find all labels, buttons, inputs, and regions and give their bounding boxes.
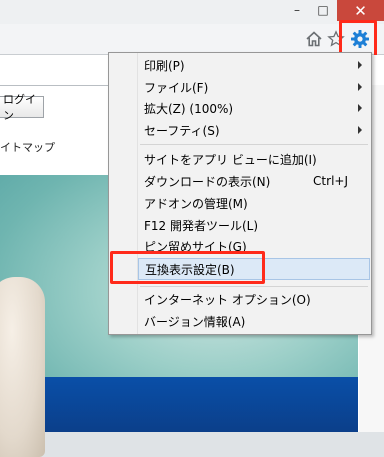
submenu-arrow-icon bbox=[358, 126, 362, 134]
home-icon[interactable] bbox=[303, 28, 325, 50]
hero-band bbox=[0, 377, 358, 432]
tools-menu: 印刷(P) ファイル(F) 拡大(Z) (100%) セーフティ(S) サイトを… bbox=[108, 52, 372, 335]
menu-item-label: 拡大(Z) (100%) bbox=[144, 101, 234, 116]
menu-item-file[interactable]: ファイル(F) bbox=[138, 76, 370, 98]
menu-item-about[interactable]: バージョン情報(A) bbox=[138, 310, 370, 332]
menu-item-print[interactable]: 印刷(P) bbox=[138, 54, 370, 76]
menu-item-label: バージョン情報(A) bbox=[144, 314, 246, 329]
menu-item-downloads[interactable]: ダウンロードの表示(N) Ctrl+J bbox=[138, 170, 370, 192]
browser-toolbar bbox=[0, 24, 384, 55]
menu-separator bbox=[140, 286, 368, 287]
menu-item-label: アドオンの管理(M) bbox=[144, 196, 248, 211]
minimize-button[interactable]: – bbox=[283, 0, 311, 20]
menu-item-safety[interactable]: セーフティ(S) bbox=[138, 119, 370, 141]
menu-item-add-app-view[interactable]: サイトをアプリ ビューに追加(I) bbox=[138, 148, 370, 170]
menu-item-dev-tools[interactable]: F12 開発者ツール(L) bbox=[138, 214, 370, 236]
menu-item-label: ファイル(F) bbox=[144, 80, 209, 95]
menu-item-label: F12 開発者ツール(L) bbox=[144, 218, 259, 233]
menu-item-label: インターネット オプション(O) bbox=[144, 292, 311, 307]
sitemap-link[interactable]: イトマップ bbox=[0, 139, 55, 155]
menu-item-label: セーフティ(S) bbox=[144, 123, 220, 138]
menu-item-label: ダウンロードの表示(N) bbox=[144, 174, 271, 189]
close-button[interactable]: ✕ bbox=[337, 0, 384, 21]
login-button[interactable]: ログイン bbox=[0, 93, 44, 122]
submenu-arrow-icon bbox=[358, 104, 362, 112]
menu-item-internet-options[interactable]: インターネット オプション(O) bbox=[138, 288, 370, 310]
submenu-arrow-icon bbox=[358, 61, 362, 69]
person-image bbox=[0, 277, 45, 457]
maximize-button[interactable]: □ bbox=[309, 0, 337, 20]
menu-item-zoom[interactable]: 拡大(Z) (100%) bbox=[138, 97, 370, 119]
compatibility-highlight-box bbox=[110, 251, 265, 284]
menu-separator bbox=[140, 144, 368, 145]
menu-shortcut: Ctrl+J bbox=[313, 174, 348, 188]
menu-item-label: 印刷(P) bbox=[144, 58, 185, 73]
title-bar: – □ ✕ bbox=[0, 0, 384, 24]
menu-item-label: サイトをアプリ ビューに追加(I) bbox=[144, 152, 317, 167]
submenu-arrow-icon bbox=[358, 83, 362, 91]
menu-gutter bbox=[109, 53, 138, 334]
menu-item-manage-addons[interactable]: アドオンの管理(M) bbox=[138, 192, 370, 214]
